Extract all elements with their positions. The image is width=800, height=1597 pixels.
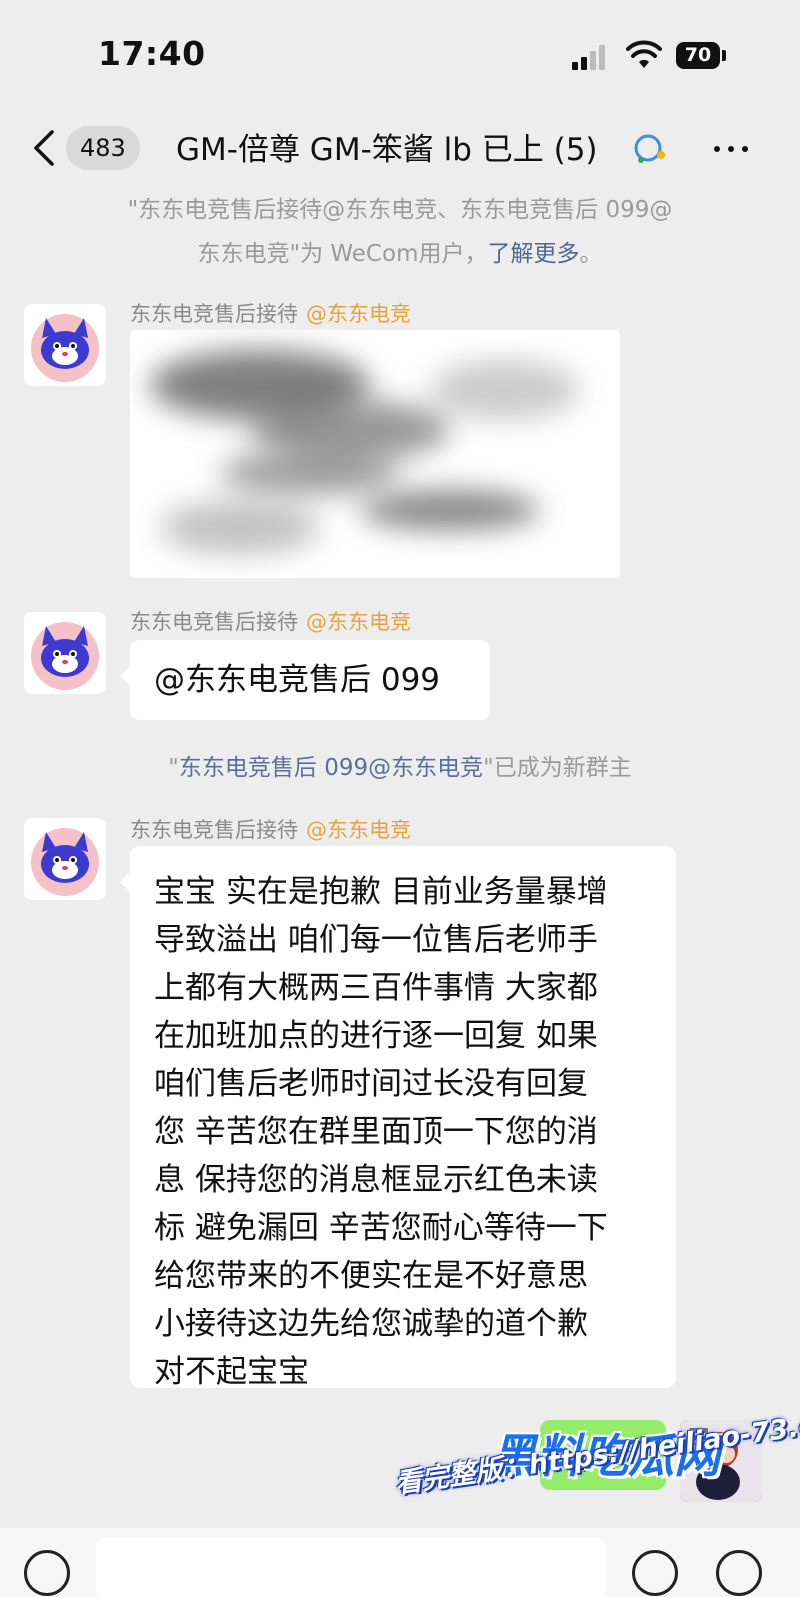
new-owner-name[interactable]: 东东电竞售后 099@东东电竞 [179,755,483,781]
avatar[interactable] [24,612,106,694]
notice-period: 。 [579,241,603,267]
sender-label: 东东电竞售后接待 [130,818,298,842]
owner-change-notice: "东东电竞售后 099@东东电竞"已成为新群主 [40,746,760,790]
wecom-notice: "东东电竞售后接待@东东电竞、东东电竞售后 099@ 东东电竞"为 WeCom用… [40,188,760,276]
emoji-icon[interactable] [632,1550,678,1596]
sender-name: 东东电竞售后接待 @东东电竞 [130,814,411,844]
blurred-image-message[interactable] [130,330,620,578]
plus-icon[interactable] [716,1550,762,1596]
owner-notice-text: "已成为新群主 [483,755,632,781]
chat-header: 483 GM-倍尊 GM-笨酱 lb 已上 (5) [0,110,800,188]
status-bar: 17:40 70 [0,0,800,110]
cat-avatar-icon [24,818,106,900]
cat-avatar-icon [24,612,106,694]
message-bubble[interactable]: @东东电竞售后 099 [120,640,490,720]
wecom-notice-line2: 东东电竞"为 WeCom用户，了解更多。 [40,232,760,276]
signal-icon [572,44,612,70]
avatar[interactable] [24,818,106,900]
wecom-notice-line1: "东东电竞售后接待@东东电竞、东东电竞售后 099@ [127,197,673,223]
sender-org: @东东电竞 [306,610,411,634]
clock: 17:40 [98,34,206,73]
more-dots-icon[interactable] [710,128,754,168]
quote-mark: " [168,755,179,781]
wecom-notice-text: 东东电竞"为 WeCom用户， [197,241,488,267]
sender-name: 东东电竞售后接待 @东东电竞 [130,298,411,328]
learn-more-link[interactable]: 了解更多 [487,241,579,267]
message-text: 宝宝 实在是抱歉 目前业务量暴增 导致溢出 咱们每一位售后老师手 上都有大概两三… [154,874,608,1390]
battery-indicator: 70 [676,42,720,69]
unread-count-badge[interactable]: 483 [66,126,140,170]
message-bubble[interactable]: 宝宝 实在是抱歉 目前业务量暴增 导致溢出 咱们每一位售后老师手 上都有大概两三… [120,846,676,1390]
cat-avatar-icon [24,304,106,386]
sender-org: @东东电竞 [306,818,411,842]
wifi-icon [626,40,662,68]
sender-name: 东东电竞售后接待 @东东电竞 [130,606,411,636]
wecom-icon [634,134,665,163]
input-bar [0,1528,800,1597]
battery-tip [722,50,726,61]
avatar[interactable] [24,304,106,386]
message-text: @东东电竞售后 099 [154,662,441,698]
chat-title[interactable]: GM-倍尊 GM-笨酱 lb 已上 (5) [176,124,598,169]
sender-label: 东东电竞售后接待 [130,302,298,326]
chevron-left-icon[interactable] [26,128,66,168]
sender-label: 东东电竞售后接待 [130,610,298,634]
voice-icon[interactable] [24,1550,70,1596]
sender-org: @东东电竞 [306,302,411,326]
message-input[interactable] [96,1538,606,1597]
